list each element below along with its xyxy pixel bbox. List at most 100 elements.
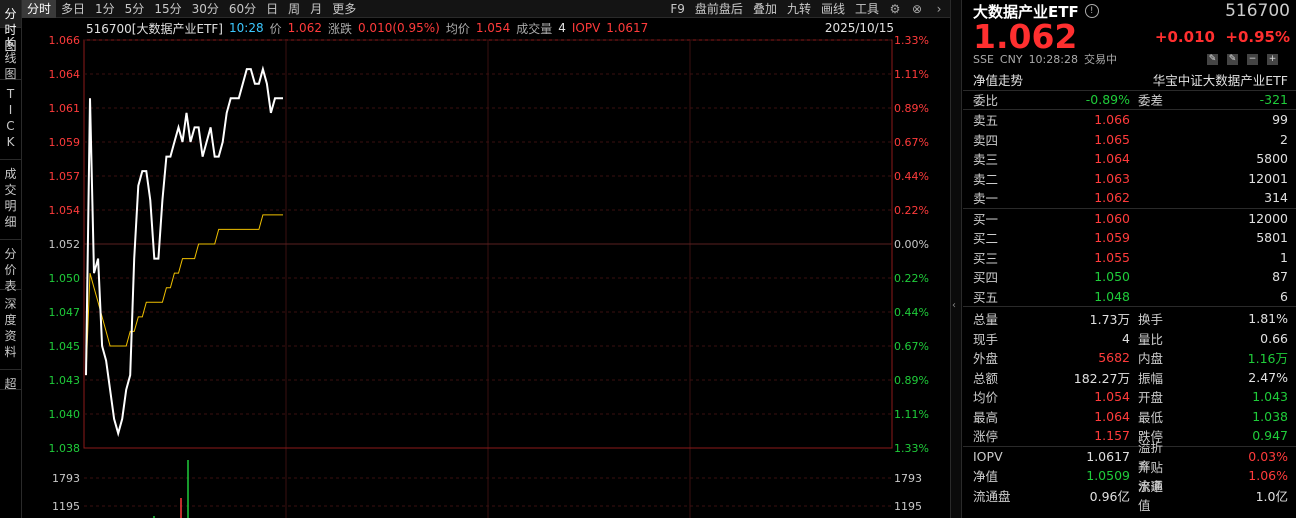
stat-value: 1.06% [1248, 468, 1288, 484]
left-tab-4[interactable]: 分价表 [0, 240, 21, 293]
stat-label: 总量 [973, 312, 999, 328]
y-tick-left: 1.057 [49, 170, 81, 183]
period-tab-5[interactable]: 30分 [187, 0, 224, 18]
quote.asks-price: 1.062 [1094, 190, 1130, 206]
period-tab-6[interactable]: 60分 [224, 0, 261, 18]
close-icon[interactable]: ⊗ [906, 0, 928, 18]
quote.bids-volume: 6 [1280, 288, 1288, 304]
collapse-arrow-icon[interactable]: ‹ [952, 300, 956, 311]
stats-table-2: IOPV 1.0617 溢折率 0.03% 净值 1.0509 升贴水率 1.06% 流通盘 0.… [963, 440, 1296, 513]
stat-row: 总量 1.73万 换手 1.81% [963, 309, 1296, 329]
ask-row[interactable]: 卖一 1.062 314 [963, 188, 1296, 208]
expand-icon[interactable]: › [928, 0, 950, 18]
y-tick-left: 1.064 [49, 68, 81, 81]
period-tab-4[interactable]: 15分 [149, 0, 186, 18]
vol-tick-left: 1793 [52, 472, 80, 485]
quote-panel: 大数据产业ETF ! 516700 1.062 +0.010 +0.95% SS… [963, 0, 1296, 518]
y-tick-right: 0.22% [894, 204, 929, 217]
y-tick-right: 1.33% [894, 442, 929, 455]
nav-row[interactable]: 净值走势 华宝中证大数据产业ETF [963, 70, 1296, 90]
period-tab-10[interactable]: 更多 [327, 0, 361, 18]
bid-row[interactable]: 买四 1.050 87 [963, 267, 1296, 287]
y-tick-right: 0.44% [894, 170, 929, 183]
stat-value: 1.73万 [1089, 312, 1130, 328]
stat-value: 0.96亿 [1089, 488, 1130, 504]
intraday-chart[interactable]: 1.066 1.33% 1.064 1.11% 1.061 0.89% 1.059 0.67%… [22, 18, 950, 518]
left-tab-3[interactable]: 成交明细 [0, 160, 21, 240]
minus-icon[interactable]: − [1247, 53, 1258, 65]
edit-icon[interactable]: ✎ [1207, 53, 1218, 65]
vol-tick-left: 1195 [52, 500, 80, 513]
nav-fund-name: 华宝中证大数据产业ETF [1152, 73, 1288, 89]
y-tick-left: 1.050 [49, 272, 81, 285]
weicha-value: -321 [1259, 92, 1288, 108]
stat-value: 1.16万 [1247, 351, 1288, 367]
left-tab-char: I [8, 103, 13, 117]
quote-change-abs: +0.010 [1154, 28, 1215, 46]
left-tab-char: 成 [4, 167, 17, 181]
ask-row[interactable]: 卖三 1.064 5800 [963, 149, 1296, 169]
stat-value: 1.0亿 [1255, 488, 1288, 504]
bid-row[interactable]: 买一 1.060 12000 [963, 209, 1296, 229]
ask-row[interactable]: 卖四 1.065 2 [963, 130, 1296, 150]
meta-time: 10:28:28 [1028, 52, 1078, 66]
y-tick-left: 1.038 [49, 442, 81, 455]
toolbar-btn-2[interactable]: 叠加 [748, 0, 782, 18]
bid-row[interactable]: 买五 1.048 6 [963, 287, 1296, 307]
quote.asks-label: 卖一 [973, 191, 999, 207]
weibi-label: 委比 [973, 93, 999, 109]
left-tab-5[interactable]: 深度资料 [0, 290, 21, 370]
meta-exchange: SSE [973, 52, 994, 66]
toolbar-btn-0[interactable]: F9 [665, 0, 690, 18]
y-tick-right: 0.67% [894, 136, 929, 149]
toolbar-btn-1[interactable]: 盘前盘后 [690, 0, 748, 18]
stat-label: 换手 [1138, 312, 1164, 328]
panel-divider[interactable]: ‹ [950, 0, 962, 518]
bid-row[interactable]: 买三 1.055 1 [963, 248, 1296, 268]
quote-price: 1.062 [973, 17, 1078, 56]
left-tab-0[interactable]: 分时图 [0, 0, 21, 53]
left-tab-1[interactable]: K线图 [0, 28, 21, 81]
left-tab-2[interactable]: TICK [0, 80, 21, 160]
nav-title: 净值走势 [973, 73, 1024, 89]
ask-row[interactable]: 卖五 1.066 99 [963, 110, 1296, 130]
stats-table: 总量 1.73万 换手 1.81% 现手 4 量比 0.66 外盘 5682 内盘 1.16万 总额 18… [963, 306, 1296, 446]
period-tab-1[interactable]: 多日 [56, 0, 90, 18]
left-tab-char: 明 [4, 199, 17, 213]
stat-value: 0.66 [1260, 330, 1288, 346]
left-tab-char: K [6, 135, 15, 149]
settings-icon[interactable]: ⚙ [884, 0, 906, 18]
quote.asks-price: 1.063 [1094, 170, 1130, 186]
quote.bids-volume: 1 [1280, 249, 1288, 265]
ask-row[interactable]: 卖二 1.063 12001 [963, 169, 1296, 189]
y-tick-right: 0.89% [894, 102, 929, 115]
period-tab-2[interactable]: 1分 [90, 0, 120, 18]
stat-label: 量比 [1138, 331, 1164, 347]
quote.bids-price: 1.048 [1094, 288, 1130, 304]
bid-row[interactable]: 买二 1.059 5801 [963, 228, 1296, 248]
left-tab-char: 资 [4, 329, 17, 343]
toolbar-btn-3[interactable]: 九转 [782, 0, 816, 18]
period-tab-8[interactable]: 周 [283, 0, 305, 18]
period-tab-9[interactable]: 月 [305, 0, 327, 18]
stat-label: 最高 [973, 409, 999, 425]
y-tick-left: 1.043 [49, 374, 81, 387]
period-tab-3[interactable]: 5分 [120, 0, 150, 18]
quote.bids-volume: 12000 [1248, 210, 1288, 226]
toolbar-btn-4[interactable]: 画线 [816, 0, 850, 18]
pencil-icon[interactable]: ✎ [1227, 53, 1238, 65]
stat-value: 1.157 [1094, 428, 1130, 444]
plus-icon[interactable]: + [1267, 53, 1278, 65]
period-tab-0[interactable]: 分时 [22, 0, 57, 18]
stat-label: IOPV [973, 448, 1003, 464]
toolbar-btn-5[interactable]: 工具 [850, 0, 884, 18]
quote.asks-price: 1.066 [1094, 112, 1130, 128]
quote.bids-label: 买一 [973, 211, 999, 227]
vol-tick-right: 1793 [894, 472, 922, 485]
left-tab-char: K [6, 35, 15, 49]
period-tab-7[interactable]: 日 [261, 0, 283, 18]
quote.asks-price: 1.065 [1094, 131, 1130, 147]
left-view-tabs: 分时图K线图TICK成交明细分价表深度资料超 [0, 0, 22, 518]
info-icon[interactable]: ! [1084, 4, 1099, 18]
left-tab-6[interactable]: 超 [0, 370, 21, 391]
